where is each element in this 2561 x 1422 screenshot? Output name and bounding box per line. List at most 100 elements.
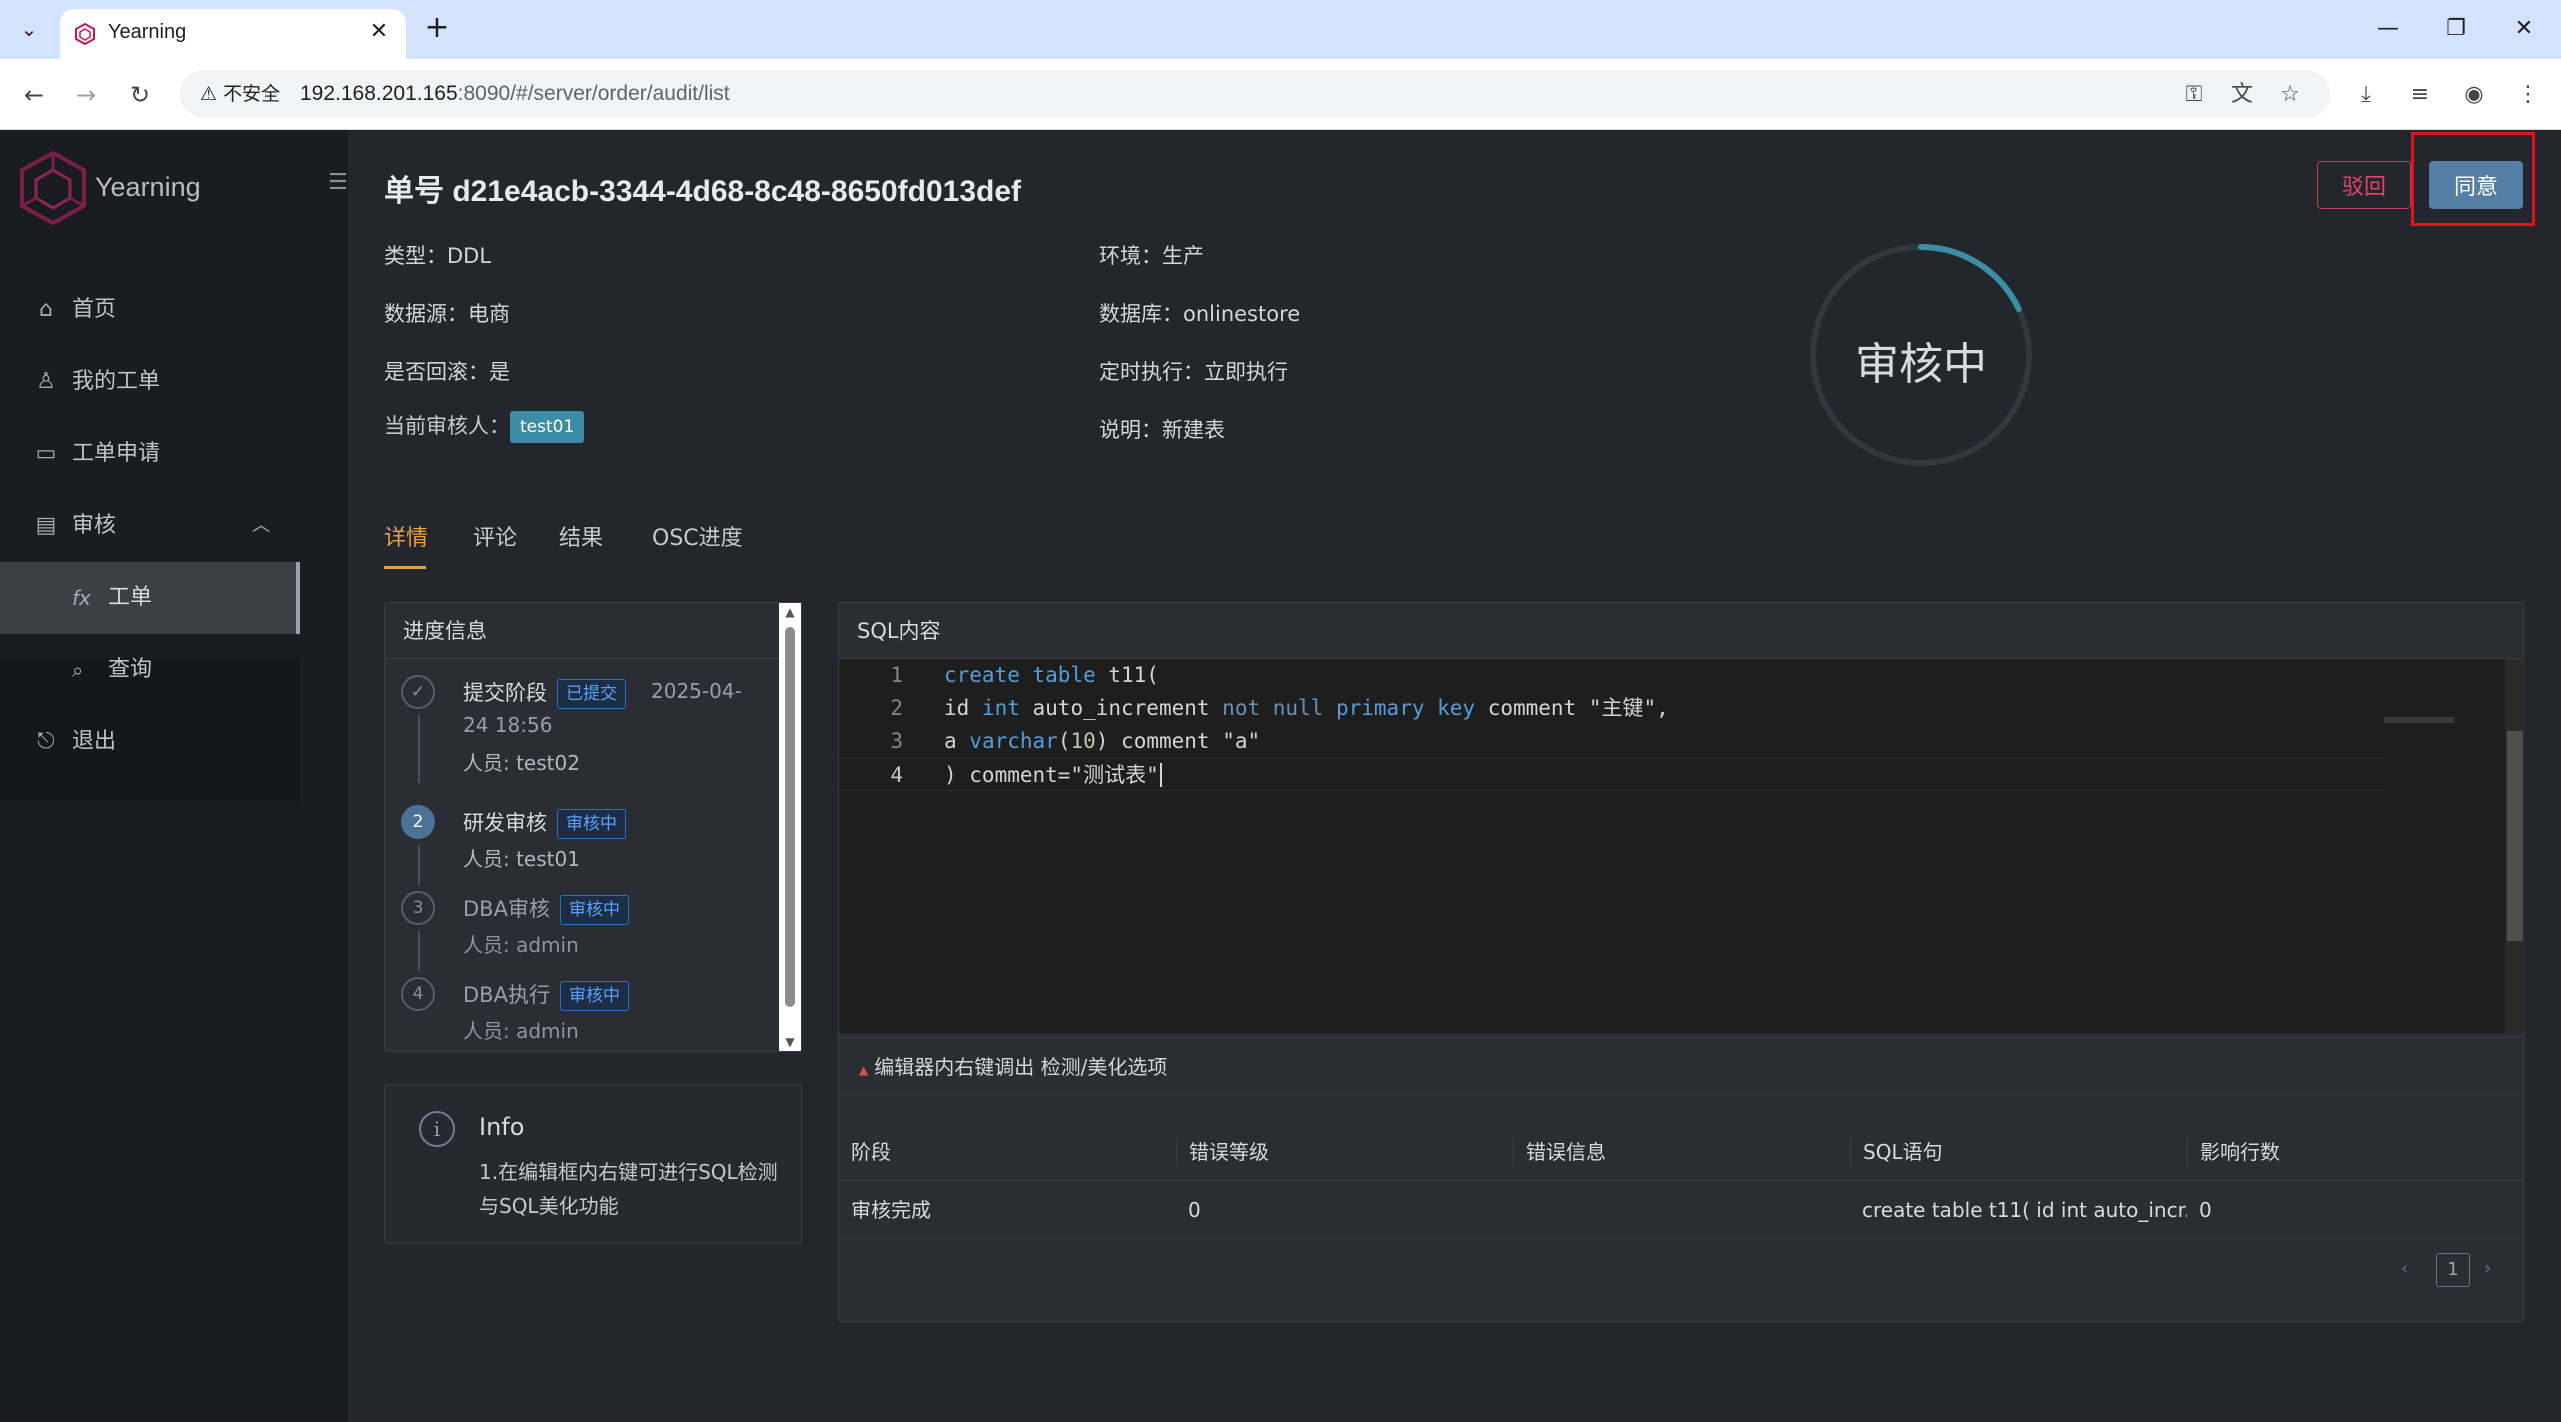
tab-list-dropdown-icon[interactable]: ⌄ xyxy=(12,12,46,46)
step-number: 4 xyxy=(401,977,435,1011)
new-tab-icon[interactable]: + xyxy=(420,12,454,46)
table-cell: 0 xyxy=(2199,1198,2212,1222)
step-user: 人员: test01 xyxy=(463,847,580,871)
password-key-icon[interactable]: ⚿ xyxy=(2178,79,2210,111)
assignee-label: 当前审核人： xyxy=(384,414,510,438)
user-icon: ♙ xyxy=(36,369,56,394)
status-badge: 审核中 xyxy=(557,809,626,839)
editor-scrollbar[interactable] xyxy=(2505,659,2525,1033)
warning-icon: ⚠ xyxy=(200,83,218,105)
tab-close-icon[interactable]: ✕ xyxy=(364,17,394,47)
browser-tab[interactable]: Yearning ✕ xyxy=(60,9,406,59)
tab-comments[interactable]: 评论 xyxy=(473,520,517,552)
result-table-header: 阶段 错误等级 错误信息 SQL语句 影响行数 xyxy=(839,1123,2525,1181)
sidebar-item-my-orders[interactable]: ♙ 我的工单 xyxy=(0,346,300,418)
column-header: 错误信息 xyxy=(1513,1137,1850,1167)
step-title: 提交阶段 已提交 xyxy=(463,677,626,709)
tab-title: Yearning xyxy=(108,21,187,43)
clipboard-icon: ▤ xyxy=(35,513,57,538)
minimize-icon[interactable]: — xyxy=(2358,8,2418,50)
scroll-up-icon[interactable]: ▲ xyxy=(779,605,801,619)
table-cell xyxy=(1513,1181,1850,1239)
info-title: Info xyxy=(479,1113,525,1141)
step-title-text: DBA执行 xyxy=(463,983,550,1007)
editor-hint: ▲ 编辑器内右键调出 检测/美化选项 xyxy=(839,1037,2525,1095)
code-line: 1 create table t11( xyxy=(839,659,2505,692)
warning-triangle-icon: ▲ xyxy=(859,1063,869,1077)
sidebar-item-order-apply[interactable]: ▭ 工单申请 xyxy=(0,418,300,490)
menu-kebab-icon[interactable]: ⋮ xyxy=(2512,79,2544,111)
info-icon: i xyxy=(419,1111,455,1147)
sql-editor[interactable]: 1 create table t11( 2 id int auto_increm… xyxy=(839,659,2505,1033)
url-text[interactable]: 192.168.201.165:8090/#/server/order/audi… xyxy=(300,82,730,106)
sql-card: SQL内容 1 create table t11( 2 id int auto_… xyxy=(838,602,2525,1322)
table-row[interactable]: 审核完成 0 create table t11( id int auto_inc… xyxy=(839,1181,2525,1239)
reject-button[interactable]: 驳回 xyxy=(2317,161,2411,209)
media-control-icon[interactable]: ≡ xyxy=(2404,79,2436,111)
status-text: 审核中 xyxy=(1855,339,1987,390)
prev-page-icon[interactable]: ‹ xyxy=(2401,1258,2408,1279)
field-schedule: 定时执行：立即执行 xyxy=(1099,360,1288,384)
code-text: id int auto_increment not null primary k… xyxy=(944,696,1669,720)
main-content: 单号 d21e4acb-3344-4d68-8c48-8650fd013def … xyxy=(348,130,2561,1422)
fx-icon: fx xyxy=(72,586,91,610)
address-bar[interactable]: ⚠ 不安全 192.168.201.165:8090/#/server/orde… xyxy=(180,70,2330,118)
profile-icon[interactable]: ◉ xyxy=(2458,79,2490,111)
yearning-favicon-icon xyxy=(75,23,95,45)
step-number: 2 xyxy=(401,805,435,839)
bookmark-star-icon[interactable]: ☆ xyxy=(2274,79,2306,111)
back-icon[interactable]: ← xyxy=(16,77,52,113)
line-number: 4 xyxy=(890,763,903,787)
code-line: 3 a varchar(10) comment "a" xyxy=(839,725,2505,758)
column-header: 影响行数 xyxy=(2187,1137,2524,1167)
line-number: 3 xyxy=(890,729,903,753)
sidebar: Yearning ☰ ⌂ 首页 ♙ 我的工单 ▭ 工单申请 ▤ 审核 ︿ fx … xyxy=(0,130,348,1422)
brand-name: Yearning xyxy=(95,172,201,202)
browser-toolbar: ← → ↻ ⚠ 不安全 192.168.201.165:8090/#/serve… xyxy=(0,59,2561,130)
line-number: 2 xyxy=(890,696,903,720)
field-database: 数据库：onlinestore xyxy=(1099,302,1301,326)
page-number-button[interactable]: 1 xyxy=(2436,1253,2470,1287)
sidebar-item-query[interactable]: ⌕ 查询 xyxy=(0,634,300,706)
sidebar-item-label: 工单 xyxy=(108,585,153,610)
sidebar-item-audit[interactable]: ▤ 审核 ︿ xyxy=(0,490,300,562)
sidebar-item-logout[interactable]: ⎋ 退出 xyxy=(0,706,300,778)
download-icon[interactable]: ⤓ xyxy=(2350,79,2382,111)
progress-scrollbar[interactable]: ▲ ▼ xyxy=(779,603,801,1051)
forward-icon[interactable]: → xyxy=(68,77,104,113)
reload-icon[interactable]: ↻ xyxy=(122,77,158,113)
progress-card: 进度信息 ✓ 提交阶段 已提交 2025-04- 24 18:56 人员: tes… xyxy=(384,602,802,1052)
page-title: 单号 d21e4acb-3344-4d68-8c48-8650fd013def xyxy=(384,175,1022,208)
restore-icon[interactable]: ❐ xyxy=(2426,8,2486,50)
monitor-icon: ▭ xyxy=(35,441,57,466)
security-indicator[interactable]: ⚠ 不安全 xyxy=(192,78,292,110)
field-env: 环境：生产 xyxy=(1099,244,1204,268)
step-time-clock: 24 18:56 xyxy=(463,713,553,737)
assignee-tag: test01 xyxy=(510,411,585,443)
next-page-icon[interactable]: › xyxy=(2484,1258,2491,1279)
agree-button[interactable]: 同意 xyxy=(2429,161,2523,209)
window-close-icon[interactable]: ✕ xyxy=(2494,8,2554,50)
sidebar-item-label: 审核 xyxy=(72,513,117,538)
active-tab-indicator xyxy=(384,566,426,569)
collapse-menu-icon[interactable]: ☰ xyxy=(328,170,348,195)
scrollbar-thumb[interactable] xyxy=(785,627,795,1007)
sidebar-item-label: 首页 xyxy=(72,297,117,322)
sidebar-menu: ⌂ 首页 ♙ 我的工单 ▭ 工单申请 ▤ 审核 ︿ fx 工单 ⌕ 查询 ⎋ 退… xyxy=(0,274,300,778)
sidebar-item-home[interactable]: ⌂ 首页 xyxy=(0,274,300,346)
field-description: 说明：新建表 xyxy=(1099,418,1225,442)
tab-osc-progress[interactable]: OSC进度 xyxy=(652,520,743,552)
sidebar-item-orders[interactable]: fx 工单 xyxy=(0,562,300,634)
step-title-text: 研发审核 xyxy=(463,811,547,835)
code-text: create table t11( xyxy=(944,663,1159,687)
code-line: 2 id int auto_increment not null primary… xyxy=(839,692,2505,725)
scroll-down-icon[interactable]: ▼ xyxy=(779,1035,801,1049)
translate-icon[interactable]: 文 xyxy=(2226,79,2258,111)
editor-scrollbar-thumb[interactable] xyxy=(2507,731,2523,941)
column-header: SQL语句 xyxy=(1850,1137,2187,1167)
tab-results[interactable]: 结果 xyxy=(559,520,603,552)
step-title-text: 提交阶段 xyxy=(463,681,547,705)
sql-card-title: SQL内容 xyxy=(839,603,2523,659)
tab-details[interactable]: 详情 xyxy=(384,520,428,552)
status-badge: 审核中 xyxy=(559,981,629,1011)
